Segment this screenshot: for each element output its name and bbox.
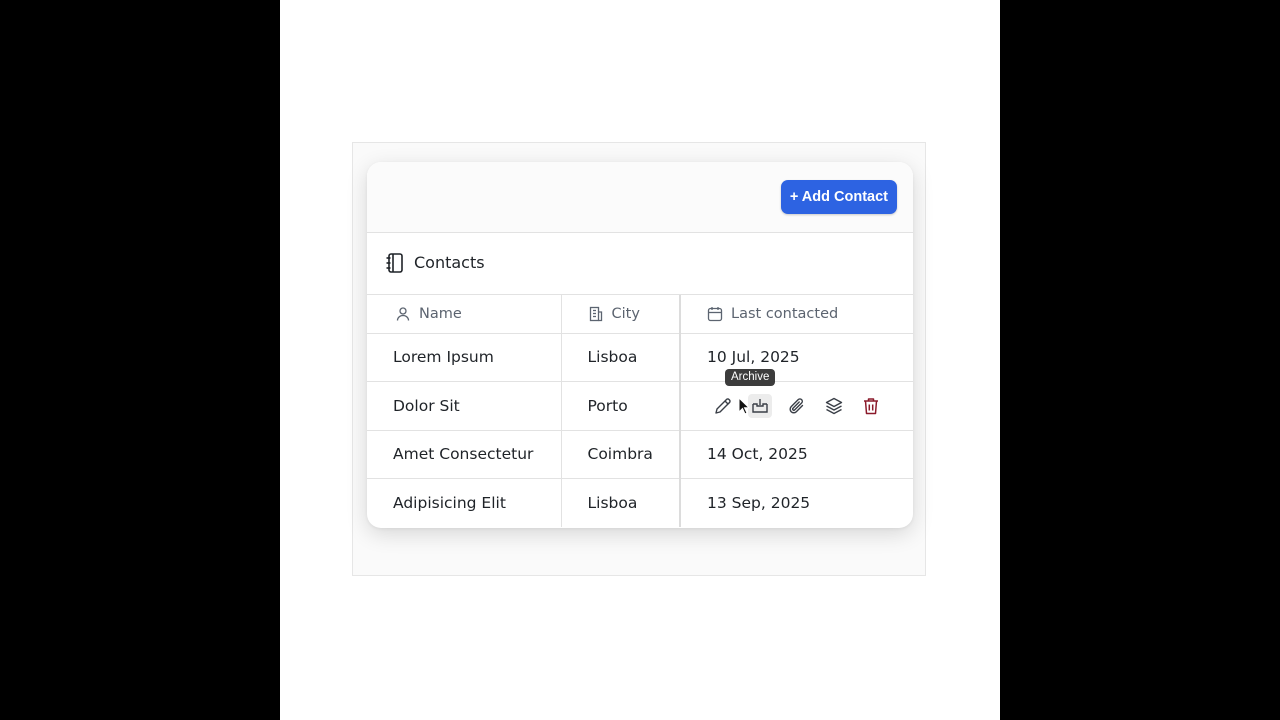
pencil-icon bbox=[715, 398, 731, 414]
card-title: Contacts bbox=[414, 253, 485, 272]
trash-icon bbox=[864, 398, 878, 414]
building-icon bbox=[589, 306, 602, 321]
add-contact-button[interactable]: + Add Contact bbox=[780, 180, 897, 214]
video-frame: + Add Contact Contacts Name City Last co… bbox=[280, 0, 1000, 720]
contact-name: Amet Consectetur bbox=[393, 445, 534, 464]
table-row[interactable]: Amet Consectetur Coimbra 14 Oct, 2025 bbox=[367, 430, 913, 479]
contact-name: Adipisicing Elit bbox=[393, 494, 506, 512]
contact-city: Porto bbox=[587, 396, 628, 415]
contacts-card: + Add Contact Contacts Name City Last co… bbox=[367, 162, 913, 528]
contact-city: Coimbra bbox=[587, 445, 653, 464]
demo-canvas: + Add Contact Contacts Name City Last co… bbox=[352, 142, 926, 576]
contact-name: Dolor Sit bbox=[393, 396, 460, 415]
edit-button[interactable] bbox=[711, 394, 735, 418]
row-actions bbox=[681, 382, 913, 430]
paperclip-icon bbox=[789, 398, 804, 414]
archive-button[interactable] bbox=[748, 393, 772, 418]
contact-city: Lisboa bbox=[587, 494, 638, 512]
user-icon bbox=[396, 307, 410, 321]
column-label: Last contacted bbox=[731, 305, 839, 322]
contact-city: Lisboa bbox=[587, 348, 638, 367]
contact-last-contacted: 13 Sep, 2025 bbox=[707, 494, 811, 512]
contact-name: Lorem Ipsum bbox=[393, 348, 494, 367]
card-header: Contacts bbox=[367, 233, 913, 295]
table-row[interactable]: Adipisicing Elit Lisboa 13 Sep, 2025 bbox=[367, 478, 913, 527]
layers-button[interactable] bbox=[822, 394, 846, 418]
mouse-cursor-icon bbox=[738, 397, 750, 415]
table-row[interactable]: Lorem Ipsum Lisboa 10 Jul, 2025 bbox=[367, 333, 913, 382]
attach-button[interactable] bbox=[785, 394, 809, 418]
table-header-row: Name City Last contacted bbox=[367, 295, 913, 334]
table-row-hovered[interactable]: Dolor Sit Porto bbox=[367, 381, 913, 431]
notebook-icon bbox=[386, 253, 403, 273]
column-label: Name bbox=[419, 305, 462, 322]
archive-tooltip: Archive bbox=[725, 369, 776, 386]
calendar-icon bbox=[707, 306, 723, 321]
contacts-table: Name City Last contacted Lorem Ipsum Lis… bbox=[367, 295, 913, 527]
column-label: City bbox=[611, 305, 640, 322]
card-toolbar: + Add Contact bbox=[367, 162, 913, 233]
contact-last-contacted: 10 Jul, 2025 bbox=[707, 348, 800, 367]
delete-button[interactable] bbox=[859, 394, 883, 418]
column-header-last-contacted[interactable]: Last contacted bbox=[679, 295, 913, 334]
contact-last-contacted: 14 Oct, 2025 bbox=[707, 445, 808, 464]
layers-icon bbox=[825, 397, 843, 414]
archive-icon bbox=[752, 398, 768, 413]
column-header-name[interactable]: Name bbox=[367, 295, 562, 334]
column-header-city[interactable]: City bbox=[561, 295, 681, 334]
